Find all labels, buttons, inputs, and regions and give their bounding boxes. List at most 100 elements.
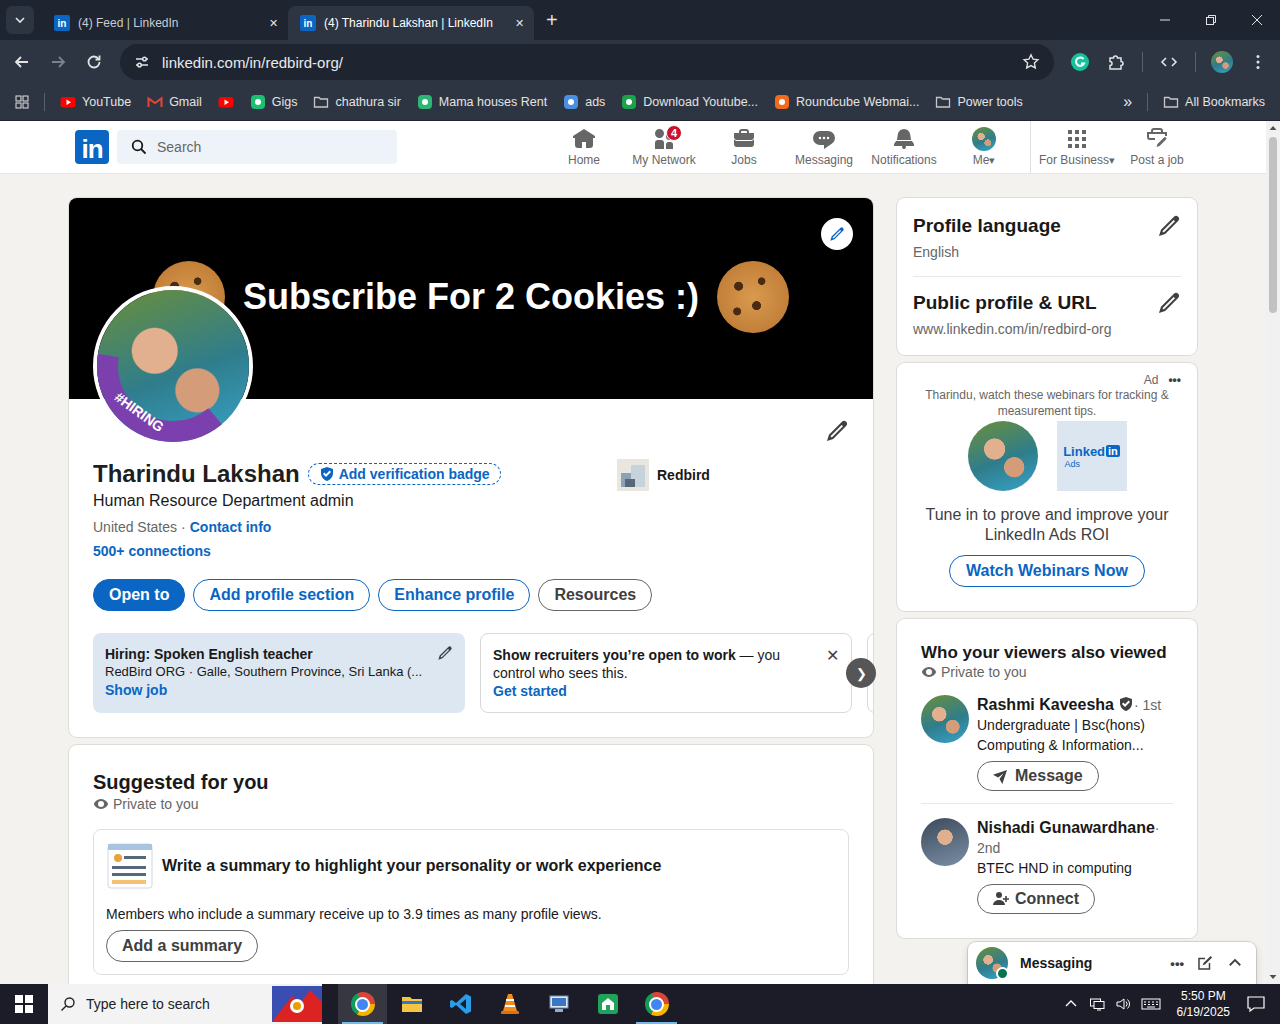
hiring-card[interactable]: Hiring: Spoken English teacherRedBird OR… <box>93 633 465 713</box>
person-action-button[interactable]: Message <box>977 761 1099 791</box>
scroll-down-icon[interactable] <box>1266 970 1280 984</box>
tab-search-button[interactable] <box>6 6 34 34</box>
taskbar-app[interactable] <box>534 984 583 1024</box>
bookmark[interactable]: Gigs <box>243 90 305 114</box>
bookmark[interactable]: chathura sir <box>306 90 407 114</box>
pencil-icon[interactable] <box>1157 291 1181 315</box>
person-action-button[interactable]: Connect <box>977 884 1095 914</box>
star-icon[interactable] <box>1022 53 1040 71</box>
bookmark[interactable]: Mama houses Rent <box>410 90 554 114</box>
browser-tab[interactable]: in(4) Tharindu Lakshan | LinkedIn✕ <box>288 6 534 40</box>
profile-button[interactable] <box>1206 46 1238 78</box>
scroll-up-icon[interactable] <box>1266 121 1280 135</box>
person-photo[interactable] <box>921 818 969 866</box>
url-text[interactable]: linkedin.com/in/redbird-org/ <box>162 54 1010 71</box>
profile-action-button[interactable]: Open to <box>93 579 185 611</box>
search-field[interactable]: Search <box>117 130 397 164</box>
profile-action-button[interactable]: Add profile section <box>193 579 370 611</box>
add-summary-button[interactable]: Add a summary <box>106 930 258 962</box>
open-to-work-card[interactable]: Show recruiters you’re open to work — yo… <box>480 633 852 713</box>
close-window-button[interactable] <box>1234 0 1280 40</box>
verification-badge-button[interactable]: Add verification badge <box>308 463 501 485</box>
dismiss-button[interactable]: ✕ <box>826 646 839 665</box>
reload-button[interactable] <box>78 46 110 78</box>
bookmark[interactable]: YouTube <box>53 90 138 114</box>
person-name[interactable]: Rashmi Kaveesha <box>977 696 1114 713</box>
new-tab-button[interactable]: + <box>534 9 570 32</box>
minimize-button[interactable] <box>1142 0 1188 40</box>
all-bookmarks-button[interactable]: All Bookmarks <box>1156 90 1272 114</box>
carousel-next-button[interactable]: ❯ <box>846 658 876 688</box>
chevron-up-icon[interactable] <box>1226 954 1244 972</box>
person-name[interactable]: Nishadi Gunawardhane <box>977 819 1155 836</box>
profile-layout: Subscribe For 2 Cookies :)#HIRINGTharind… <box>69 198 1197 984</box>
browser-tab[interactable]: in(4) Feed | LinkedIn✕ <box>42 6 288 40</box>
nav-item[interactable]: Messaging <box>784 121 864 173</box>
bookmark[interactable]: Download Youtube... <box>614 90 765 114</box>
bookmark[interactable]: Roundcube Webmai... <box>767 90 926 114</box>
chrome-menu-button[interactable] <box>1242 46 1274 78</box>
address-bar[interactable]: linkedin.com/in/redbird-org/ <box>120 44 1054 80</box>
restore-button[interactable] <box>1188 0 1234 40</box>
taskbar-app[interactable] <box>632 984 681 1024</box>
show-job-link[interactable]: Show job <box>105 681 453 699</box>
person-photo[interactable] <box>921 695 969 743</box>
taskbar-app[interactable] <box>485 984 534 1024</box>
connections-link[interactable]: 500+ connections <box>93 543 605 559</box>
site-settings-icon[interactable] <box>134 54 150 70</box>
profile-photo[interactable]: #HIRING <box>93 286 253 446</box>
network-icon[interactable] <box>1089 996 1105 1012</box>
grammarly-extension-button[interactable] <box>1064 46 1096 78</box>
show-hidden-icons-icon[interactable] <box>1063 996 1079 1012</box>
linkedin-logo[interactable]: in <box>75 130 109 164</box>
tab-close-button[interactable]: ✕ <box>515 17 524 30</box>
profile-setting[interactable]: Profile languageEnglish <box>913 214 1181 262</box>
start-button[interactable] <box>0 984 48 1024</box>
taskbar-app[interactable] <box>436 984 485 1024</box>
compose-icon[interactable] <box>1196 954 1214 972</box>
current-company[interactable]: Redbird <box>617 459 849 491</box>
keyboard-icon[interactable] <box>1141 994 1161 1014</box>
tab-close-button[interactable]: ✕ <box>269 17 278 30</box>
taskbar-app[interactable] <box>338 984 387 1024</box>
nav-item[interactable]: Notifications <box>864 121 944 173</box>
taskbar-search[interactable]: Type here to search <box>48 984 322 1024</box>
nav-item[interactable]: Jobs <box>704 121 784 173</box>
messaging-options-button[interactable]: ••• <box>1170 956 1184 971</box>
watch-webinars-button[interactable]: Watch Webinars Now <box>949 555 1145 587</box>
pencil-icon[interactable] <box>437 645 453 661</box>
back-button[interactable] <box>6 46 38 78</box>
clock[interactable]: 5:50 PM6/19/2025 <box>1171 988 1236 1020</box>
notification-badge: 4 <box>666 125 682 141</box>
taskbar-app[interactable] <box>583 984 632 1024</box>
bookmark[interactable]: Gmail <box>140 90 209 114</box>
extensions-button[interactable] <box>1100 46 1132 78</box>
nav-item[interactable]: Post a job <box>1117 121 1197 173</box>
nav-item[interactable]: For Business▾ <box>1037 121 1117 173</box>
bookmarks-overflow-button[interactable]: » <box>1116 89 1139 115</box>
profile-setting[interactable]: Public profile & URLwww.linkedin.com/in/… <box>913 291 1181 339</box>
apps-button[interactable] <box>8 88 36 116</box>
scrollbar-thumb[interactable] <box>1269 137 1277 313</box>
taskbar-app[interactable] <box>387 984 436 1024</box>
messaging-overlay[interactable]: Messaging••• <box>968 942 1256 984</box>
ad-options-button[interactable]: ••• <box>1168 373 1181 387</box>
contact-info-link[interactable]: Contact info <box>190 519 272 535</box>
nav-item[interactable]: My Network4 <box>624 121 704 173</box>
bookmark[interactable] <box>211 90 241 114</box>
get-started-link[interactable]: Get started <box>493 682 839 700</box>
edit-intro-pencil-icon[interactable] <box>825 419 849 443</box>
profile-action-button[interactable]: Enhance profile <box>378 579 530 611</box>
devtools-button[interactable] <box>1153 46 1185 78</box>
page-scrollbar[interactable] <box>1266 121 1280 984</box>
edit-banner-button[interactable] <box>821 218 853 250</box>
bookmark[interactable]: Power tools <box>928 90 1029 114</box>
notification-center-icon[interactable] <box>1246 994 1266 1014</box>
profile-action-button[interactable]: Resources <box>538 579 652 611</box>
pencil-icon[interactable] <box>1157 214 1181 238</box>
bookmark[interactable]: ads <box>556 90 612 114</box>
search-highlight-icon[interactable] <box>272 986 322 1022</box>
nav-item[interactable]: Home <box>544 121 624 173</box>
volume-icon[interactable] <box>1115 996 1131 1012</box>
nav-item[interactable]: Me▾ <box>944 121 1024 173</box>
